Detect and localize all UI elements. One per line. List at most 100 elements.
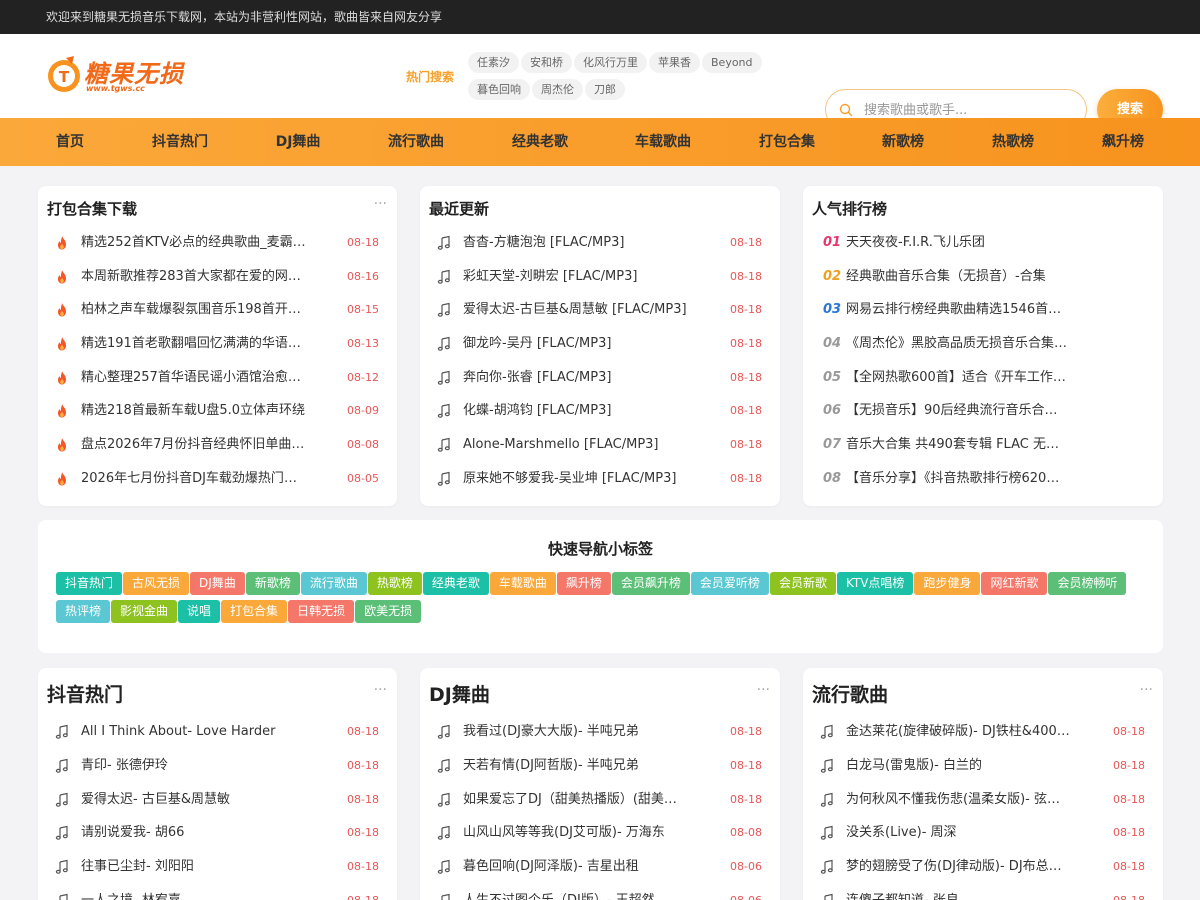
list-item[interactable]: 精选252首KTV必点的经典歌曲_麦霸必备 08-18 bbox=[54, 233, 379, 253]
quick-tag[interactable]: 车载歌曲 bbox=[489, 572, 556, 595]
rank-item[interactable]: 02 经典歌曲音乐合集（无损音）-合集 bbox=[819, 267, 1145, 287]
quick-tag[interactable]: KTV点唱榜 bbox=[836, 572, 914, 595]
quick-tag[interactable]: 抖音热门 bbox=[56, 572, 123, 595]
list-item-date: 08-18 bbox=[1113, 860, 1145, 873]
list-item[interactable]: 我看过(DJ豪大大版)- 半吨兄弟 08-18 bbox=[436, 722, 762, 742]
list-item[interactable]: 彩虹天堂-刘畊宏 [FLAC/MP3] 08-18 bbox=[436, 267, 762, 287]
quick-tag[interactable]: 会员榜畅听 bbox=[1048, 572, 1127, 595]
rank-item[interactable]: 01 天天夜夜-F.I.R.飞儿乐团 bbox=[819, 233, 1145, 253]
quick-tag[interactable]: 会员新歌 bbox=[769, 572, 836, 595]
list-item[interactable]: 爱得太迟-古巨基&周慧敏 [FLAC/MP3] 08-18 bbox=[436, 300, 762, 320]
quick-tag[interactable]: 跑步健身 bbox=[914, 572, 981, 595]
list-item[interactable]: 山风山风等等我(DJ艾可版)- 万海东 08-08 bbox=[436, 823, 762, 843]
list-item-date: 08-09 bbox=[347, 404, 379, 417]
list-item[interactable]: 精心整理257首华语民谣小酒馆治愈歌曲 08-12 bbox=[54, 368, 379, 388]
quick-tag[interactable]: 日韩无损 bbox=[288, 600, 355, 623]
hot-tag[interactable]: 暮色回响 bbox=[468, 79, 530, 100]
rank-number: 01 bbox=[823, 235, 842, 250]
list-item[interactable]: 奔向你-张睿 [FLAC/MP3] 08-18 bbox=[436, 368, 762, 388]
quick-tag[interactable]: 会员爱听榜 bbox=[690, 572, 769, 595]
rank-item[interactable]: 08 【音乐分享】《抖音热歌排行榜620首》 bbox=[819, 469, 1145, 489]
list-item[interactable]: 白龙马(雷鬼版)- 白兰的 08-18 bbox=[819, 756, 1145, 776]
rank-item[interactable]: 06 【无损音乐】90后经典流行音乐合集下载 bbox=[819, 401, 1145, 421]
list-item[interactable]: 没关系(Live)- 周深 08-18 bbox=[819, 823, 1145, 843]
list-item[interactable]: 柏林之声车载爆裂氛围音乐198首开车必备 08-15 bbox=[54, 300, 379, 320]
list-item[interactable]: Alone-Marshmello [FLAC/MP3] 08-18 bbox=[436, 435, 762, 455]
hot-search-tags: 任素汐 安和桥 化风行万里 苹果香 Beyond 暮色回响 周杰伦 刀郎 bbox=[468, 52, 798, 106]
rank-item[interactable]: 04 《周杰伦》黑胶高品质无损音乐合集下载 bbox=[819, 334, 1145, 354]
list-item[interactable]: 天若有情(DJ阿哲版)- 半吨兄弟 08-18 bbox=[436, 756, 762, 776]
nav-item-douyin[interactable]: 抖音热门 bbox=[140, 118, 220, 166]
list-item[interactable]: 化蝶-胡鸿钧 [FLAC/MP3] 08-18 bbox=[436, 401, 762, 421]
site-logo[interactable]: T 糖果无损 www.tgws.cc bbox=[44, 50, 194, 98]
list-item[interactable]: 梦的翅膀受了伤(DJ律动版)- DJ布总&叶轩 08-18 bbox=[819, 857, 1145, 877]
hot-tag[interactable]: Beyond bbox=[702, 52, 762, 73]
list-item[interactable]: 青印- 张德伊玲 08-18 bbox=[54, 756, 379, 776]
list-item[interactable]: 原来她不够爱我-吴业坤 [FLAC/MP3] 08-18 bbox=[436, 469, 762, 489]
quick-tag[interactable]: 热歌榜 bbox=[367, 572, 422, 595]
list-item[interactable]: 2026年七月份抖音DJ车载劲爆热门舞曲 08-05 bbox=[54, 469, 379, 489]
rank-number: 04 bbox=[823, 336, 842, 351]
list-item[interactable]: 人生不过图个乐（DJ版）- 王超然 08-06 bbox=[436, 891, 762, 900]
list-item[interactable]: 杳杳-方糖泡泡 [FLAC/MP3] 08-18 bbox=[436, 233, 762, 253]
rank-item[interactable]: 03 网易云排行榜经典歌曲精选1546首无损音乐 bbox=[819, 300, 1145, 320]
nav-item-dj[interactable]: DJ舞曲 bbox=[262, 118, 334, 166]
list-item[interactable]: 为何秋风不懂我伤悲(温柔女版)- 弦音小雅 08-18 bbox=[819, 790, 1145, 810]
quick-tag[interactable]: DJ舞曲 bbox=[190, 572, 245, 595]
list-item[interactable]: 如果爱忘了DJ（甜美热播版）(甜美热播版)- 半吨兄弟 08-18 bbox=[436, 790, 762, 810]
hot-tag[interactable]: 化风行万里 bbox=[574, 52, 647, 73]
quick-tag[interactable]: 欧美无损 bbox=[355, 600, 422, 623]
more-icon[interactable]: ··· bbox=[1140, 682, 1153, 698]
list-item[interactable]: 御龙吟-吴丹 [FLAC/MP3] 08-18 bbox=[436, 334, 762, 354]
nav-item-hot-chart[interactable]: 热歌榜 bbox=[982, 118, 1044, 166]
nav-item-new-chart[interactable]: 新歌榜 bbox=[872, 118, 934, 166]
rank-text: 《周杰伦》黑胶高品质无损音乐合集下载 bbox=[846, 336, 1070, 351]
more-icon[interactable]: ··· bbox=[374, 682, 387, 698]
list-item[interactable]: 一人之境- 林宥嘉 08-18 bbox=[54, 891, 379, 900]
more-icon[interactable]: ··· bbox=[374, 196, 387, 212]
quick-tag[interactable]: 说唱 bbox=[178, 600, 221, 623]
list-item-text: 如果爱忘了DJ（甜美热播版）(甜美热播版)- 半吨兄弟 bbox=[463, 792, 688, 807]
list-item[interactable]: 精选218首最新车载U盘5.0立体声环绕 08-09 bbox=[54, 401, 379, 421]
quick-tag[interactable]: 热评榜 bbox=[56, 600, 111, 623]
list-item[interactable]: 往事已尘封- 刘阳阳 08-18 bbox=[54, 857, 379, 877]
list-item-text: 盘点2026年7月份抖音经典怀旧单曲合集 bbox=[81, 437, 306, 452]
quick-tag[interactable]: 网红新歌 bbox=[981, 572, 1048, 595]
nav-item-rising-chart[interactable]: 飙升榜 bbox=[1092, 118, 1154, 166]
rank-item[interactable]: 07 音乐大合集 共490套专辑 FLAC 无损音乐 bbox=[819, 435, 1145, 455]
list-item-text: 为何秋风不懂我伤悲(温柔女版)- 弦音小雅 bbox=[846, 792, 1071, 807]
quick-tag[interactable]: 影视金曲 bbox=[111, 600, 178, 623]
hot-tag[interactable]: 安和桥 bbox=[521, 52, 572, 73]
hot-tag[interactable]: 周杰伦 bbox=[532, 79, 583, 100]
list-item[interactable]: 爱得太迟- 古巨基&周慧敏 08-18 bbox=[54, 790, 379, 810]
hot-tag[interactable]: 刀郎 bbox=[585, 79, 625, 100]
search-input[interactable] bbox=[864, 100, 1074, 120]
fire-icon bbox=[58, 371, 66, 385]
quick-tag[interactable]: 飙升榜 bbox=[556, 572, 611, 595]
nav-item-packs[interactable]: 打包合集 bbox=[747, 118, 827, 166]
hot-tag[interactable]: 苹果香 bbox=[649, 52, 700, 73]
nav-item-car[interactable]: 车载歌曲 bbox=[623, 118, 703, 166]
list-item-date: 08-18 bbox=[730, 270, 762, 283]
list-item[interactable]: 本周新歌推荐283首大家都在爱的网络热歌 08-16 bbox=[54, 267, 379, 287]
hot-tag[interactable]: 任素汐 bbox=[468, 52, 519, 73]
more-icon[interactable]: ··· bbox=[757, 682, 770, 698]
quick-tag[interactable]: 经典老歌 bbox=[422, 572, 489, 595]
quick-tag[interactable]: 流行歌曲 bbox=[300, 572, 367, 595]
list-item[interactable]: 金达莱花(旋律破碎版)- DJ铁柱&4000部落 08-18 bbox=[819, 722, 1145, 742]
quick-tag[interactable]: 新歌榜 bbox=[245, 572, 300, 595]
nav-item-pop[interactable]: 流行歌曲 bbox=[376, 118, 456, 166]
quick-tag[interactable]: 打包合集 bbox=[221, 600, 288, 623]
list-item[interactable]: 盘点2026年7月份抖音经典怀旧单曲合集 08-08 bbox=[54, 435, 379, 455]
list-item[interactable]: All I Think About- Love Harder 08-18 bbox=[54, 722, 379, 742]
quick-tag[interactable]: 会员飙升榜 bbox=[611, 572, 690, 595]
rank-item[interactable]: 05 【全网热歌600首】适合《开车工作学习》听 bbox=[819, 368, 1145, 388]
quick-tag[interactable]: 古风无损 bbox=[123, 572, 190, 595]
nav-item-home[interactable]: 首页 bbox=[38, 118, 102, 166]
list-item-date: 08-12 bbox=[347, 371, 379, 384]
nav-item-classic[interactable]: 经典老歌 bbox=[500, 118, 580, 166]
list-item[interactable]: 精选191首老歌翻唱回忆满满的华语经典 08-13 bbox=[54, 334, 379, 354]
list-item[interactable]: 暮色回响(DJ阿泽版)- 吉星出租 08-06 bbox=[436, 857, 762, 877]
list-item[interactable]: 连傻子都知道- 张良 08-18 bbox=[819, 891, 1145, 900]
list-item[interactable]: 请别说爱我- 胡66 08-18 bbox=[54, 823, 379, 843]
